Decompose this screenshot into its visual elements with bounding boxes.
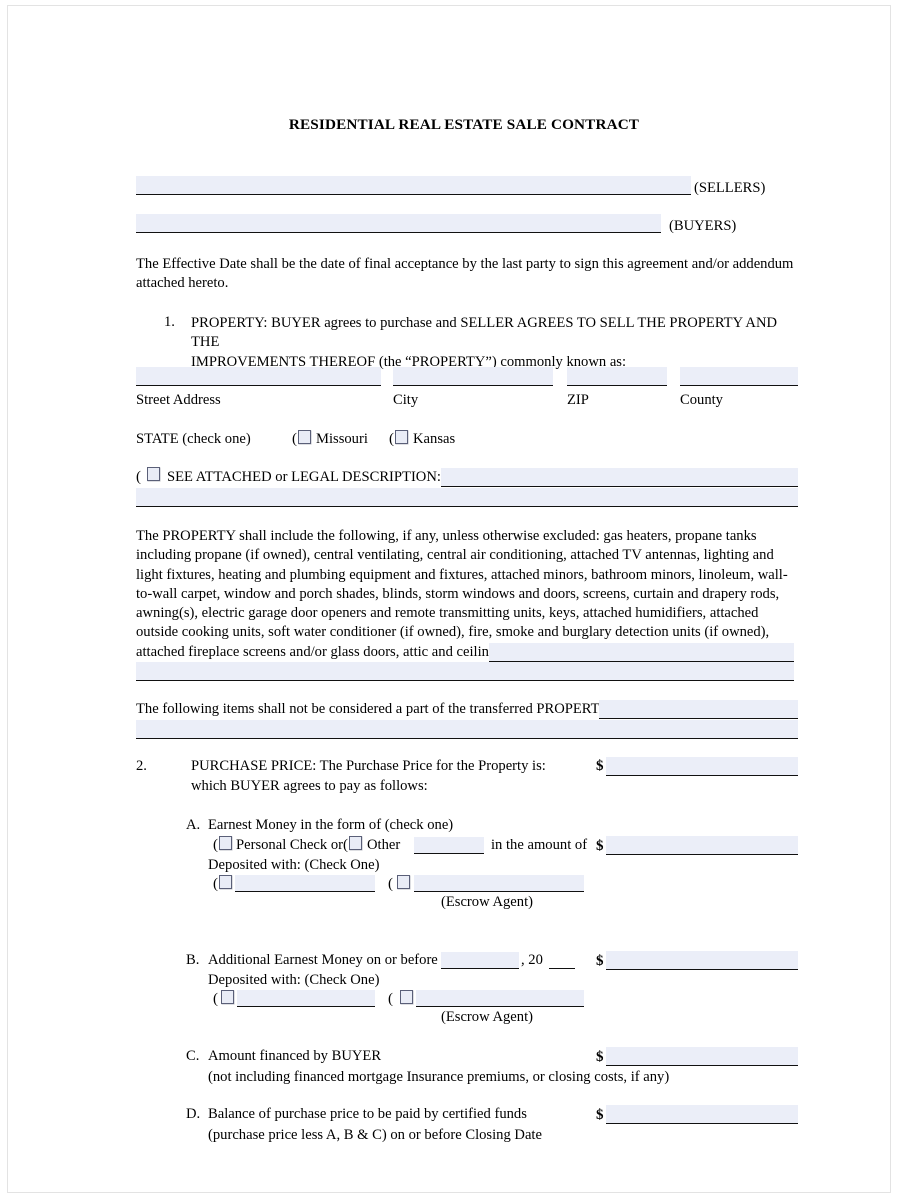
item-b-title-prefix: Additional Earnest Money on or before [208, 952, 438, 968]
item-d-currency: $ [596, 1107, 604, 1123]
item-b-escrow-option2-field[interactable] [416, 990, 584, 1007]
legal-description-field-line2[interactable] [136, 488, 798, 507]
item-a-escrow1-open-paren: ( [213, 876, 218, 892]
city-label: City [393, 392, 419, 408]
section-2-number: 2. [136, 758, 147, 774]
item-a-escrow-option1-checkbox[interactable] [219, 875, 232, 889]
item-b-escrow-option1-field[interactable] [237, 990, 375, 1007]
item-a-option2-open-paren: ( [343, 837, 348, 853]
excluded-items-label: The following items shall not be conside… [136, 701, 613, 717]
section-2-heading-line2: which BUYER agrees to pay as follows: [191, 778, 428, 794]
item-c-title: Amount financed by BUYER [208, 1048, 382, 1064]
street-address-label: Street Address [136, 392, 221, 408]
earnest-money-amount-field[interactable] [606, 836, 798, 855]
item-a-escrow-option1-field[interactable] [235, 875, 375, 892]
item-c-currency: $ [596, 1049, 604, 1065]
county-field[interactable] [680, 367, 798, 386]
excluded-items-field-line2[interactable] [136, 720, 798, 739]
state-missouri-label: Missouri [316, 431, 368, 447]
item-b-amount-field[interactable] [606, 951, 798, 970]
item-d-amount-field[interactable] [606, 1105, 798, 1124]
item-d-letter: D. [186, 1106, 201, 1122]
item-b-deposited-label: Deposited with: (Check One) [208, 972, 380, 988]
section-1-heading: PROPERTY: BUYER agrees to purchase and S… [191, 315, 778, 370]
item-a-option1-open-paren: ( [213, 837, 218, 853]
item-b-escrow2-open-paren: ( [388, 991, 393, 1007]
state-missouri-checkbox[interactable] [298, 430, 311, 444]
item-a-letter: A. [186, 817, 201, 833]
missouri-open-paren: ( [292, 431, 297, 447]
item-a-escrow-agent-label: (Escrow Agent) [441, 894, 533, 910]
purchase-price-field[interactable] [606, 757, 798, 776]
county-label: County [680, 392, 723, 408]
state-label: STATE (check one) [136, 431, 251, 447]
earnest-money-personal-check-checkbox[interactable] [219, 836, 232, 850]
legal-description-label: SEE ATTACHED or LEGAL DESCRIPTION: [167, 469, 441, 485]
state-kansas-checkbox[interactable] [395, 430, 408, 444]
item-b-currency: $ [596, 953, 604, 969]
legal-description-field-line1[interactable] [441, 468, 798, 487]
item-b-letter: B. [186, 952, 200, 968]
section-1-number: 1. [164, 314, 175, 330]
item-b-year-rule[interactable] [549, 968, 575, 969]
earnest-money-other-label: Other [367, 837, 401, 853]
document-content: RESIDENTIAL REAL ESTATE SALE CONTRACT (S… [129, 6, 799, 1192]
earnest-money-other-checkbox[interactable] [349, 836, 362, 850]
included-items-paragraph: The PROPERTY shall include the following… [136, 528, 788, 660]
sellers-label: (SELLERS) [694, 180, 766, 196]
effective-date-paragraph: The Effective Date shall be the date of … [136, 256, 794, 292]
document-page: RESIDENTIAL REAL ESTATE SALE CONTRACT (S… [7, 5, 891, 1193]
sellers-field[interactable] [136, 176, 691, 195]
item-a-escrow2-open-paren: ( [388, 876, 393, 892]
kansas-open-paren: ( [389, 431, 394, 447]
item-a-deposited-label: Deposited with: (Check One) [208, 857, 380, 873]
included-items-extra-field-line2[interactable] [136, 662, 794, 681]
excluded-items-field-line1[interactable] [599, 700, 798, 719]
legal-description-open-paren: ( [136, 469, 141, 485]
zip-field[interactable] [567, 367, 667, 386]
purchase-price-currency: $ [596, 758, 604, 774]
earnest-money-currency: $ [596, 838, 604, 854]
item-d-note: (purchase price less A, B & C) on or bef… [208, 1127, 542, 1143]
earnest-money-other-field[interactable] [414, 837, 484, 854]
item-b-escrow-option1-checkbox[interactable] [221, 990, 234, 1004]
section-2-heading-line1: PURCHASE PRICE: The Purchase Price for t… [191, 758, 546, 774]
zip-label: ZIP [567, 392, 589, 408]
buyers-field[interactable] [136, 214, 661, 233]
item-b-title-suffix: , 20 [521, 952, 543, 968]
item-a-escrow-option2-field[interactable] [414, 875, 584, 892]
city-field[interactable] [393, 367, 553, 386]
buyers-label: (BUYERS) [669, 218, 737, 234]
item-b-escrow-option2-checkbox[interactable] [400, 990, 413, 1004]
item-b-date-field[interactable] [441, 952, 519, 969]
item-c-letter: C. [186, 1048, 200, 1064]
included-items-extra-field-line1[interactable] [489, 643, 794, 662]
item-a-escrow-option2-checkbox[interactable] [397, 875, 410, 889]
earnest-money-amount-phrase: in the amount of [491, 837, 588, 853]
item-b-escrow-agent-label: (Escrow Agent) [441, 1009, 533, 1025]
item-c-note: (not including financed mortgage Insuran… [208, 1069, 670, 1085]
legal-description-checkbox[interactable] [147, 467, 160, 481]
item-a-title: Earnest Money in the form of (check one) [208, 817, 454, 833]
item-b-escrow1-open-paren: ( [213, 991, 218, 1007]
state-kansas-label: Kansas [413, 431, 456, 447]
earnest-money-personal-check-label: Personal Check or [236, 837, 343, 853]
street-address-field[interactable] [136, 367, 381, 386]
item-d-title: Balance of purchase price to be paid by … [208, 1106, 527, 1122]
page-title: RESIDENTIAL REAL ESTATE SALE CONTRACT [288, 116, 640, 133]
item-c-amount-field[interactable] [606, 1047, 798, 1066]
